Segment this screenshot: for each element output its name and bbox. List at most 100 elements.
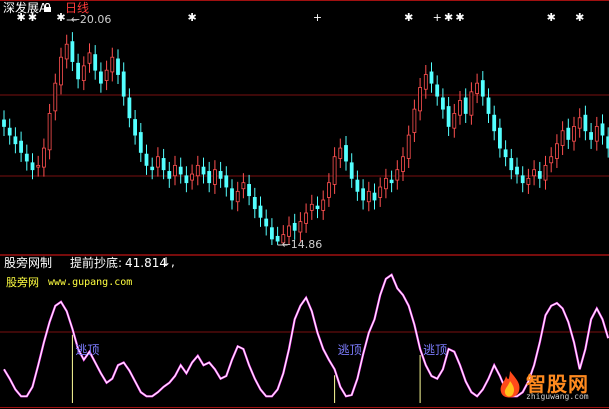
candle-body	[475, 82, 480, 94]
candle-body	[287, 225, 291, 237]
candle-body	[241, 182, 246, 190]
candle-body	[99, 71, 103, 84]
candle-body	[269, 227, 274, 240]
candle-body	[47, 113, 52, 151]
x-marker: ✱	[455, 11, 464, 24]
candle-body	[446, 106, 451, 127]
candle-body	[190, 173, 195, 181]
candle-body	[532, 169, 536, 177]
candle-body	[36, 164, 41, 168]
candle-body	[463, 97, 468, 114]
candle-body	[321, 199, 326, 211]
site-url[interactable]: www.gupang.com	[48, 278, 132, 288]
x-marker: ✱	[444, 11, 453, 24]
candle-body	[577, 117, 582, 129]
candle-body	[264, 218, 269, 227]
candle-body	[64, 43, 69, 60]
candle-body	[543, 164, 548, 181]
candle-body	[344, 145, 348, 162]
candle-body	[93, 54, 98, 71]
escape-signal-label: 逃顶	[75, 343, 100, 357]
candle-body	[515, 166, 519, 175]
candle-body	[589, 132, 593, 140]
candle-body	[486, 97, 491, 114]
candle-body	[195, 164, 200, 177]
candle-body	[258, 205, 263, 218]
candle-body	[440, 97, 445, 110]
candlestick-series	[2, 32, 609, 245]
candle-body	[304, 212, 309, 224]
indicator-name[interactable]: 股旁网制	[4, 257, 52, 269]
candle-body	[338, 147, 343, 159]
candle-body	[247, 184, 252, 197]
candle-body	[133, 119, 138, 136]
plus-marker: +	[433, 11, 442, 24]
candle-body	[155, 156, 160, 168]
candle-body	[355, 179, 360, 192]
candle-body	[53, 82, 58, 112]
candle-body	[30, 162, 35, 171]
candle-body	[252, 197, 257, 210]
candle-body	[116, 58, 120, 75]
candle-body	[110, 56, 115, 73]
candle-body	[2, 119, 6, 127]
candle-body	[167, 171, 172, 179]
candle-body	[600, 123, 605, 136]
candle-body	[412, 108, 417, 133]
candle-body	[59, 56, 63, 86]
candle-body	[378, 186, 383, 198]
candle-body	[104, 69, 109, 81]
low-price-label: ←14.86	[281, 238, 323, 251]
candle-body	[452, 113, 457, 129]
candle-body	[549, 156, 554, 164]
candle-body	[201, 166, 206, 175]
candle-body	[566, 127, 571, 140]
lock-icon	[44, 3, 51, 12]
watermark: 智股网 zhiguwang.com	[496, 367, 608, 405]
candle-body	[537, 171, 542, 179]
high-price-label: ←20.06	[70, 13, 112, 26]
candle-body	[298, 221, 303, 233]
candle-body	[292, 222, 297, 231]
candle-body	[42, 147, 46, 168]
candle-body	[583, 114, 588, 132]
candle-body	[138, 132, 143, 153]
candle-body	[150, 166, 155, 171]
candle-body	[161, 158, 166, 171]
candle-body	[406, 134, 411, 159]
price-grid	[0, 94, 609, 177]
flame-icon	[500, 371, 520, 398]
candle-body	[70, 41, 75, 62]
candle-body	[555, 143, 559, 159]
candle-body	[349, 162, 354, 179]
candle-body	[127, 97, 132, 119]
candle-body	[121, 71, 126, 97]
down-arrow-icon: ↓,	[161, 255, 175, 269]
candle-body	[492, 114, 497, 132]
candle-body	[526, 177, 531, 185]
candle-body	[13, 136, 18, 145]
watermark-url: zhiguwang.com	[526, 392, 589, 401]
candle-body	[309, 203, 314, 211]
candle-body	[224, 175, 229, 188]
candle-body	[24, 153, 29, 162]
candle-body	[361, 188, 366, 201]
candle-body	[458, 100, 462, 116]
escape-signal-lines	[71, 334, 421, 403]
candle-body	[76, 62, 80, 80]
candle-body	[560, 130, 565, 146]
candle-body	[594, 126, 599, 142]
candle-body	[230, 188, 234, 201]
candle-body	[315, 205, 320, 210]
candle-body	[178, 166, 183, 175]
candle-body	[19, 140, 24, 153]
x-marker: ✱	[404, 11, 413, 24]
candle-body	[509, 158, 514, 171]
candle-body	[144, 153, 149, 166]
candle-body	[173, 164, 177, 177]
x-marker: ✱	[575, 11, 584, 24]
candle-body	[366, 190, 371, 203]
candle-body	[389, 179, 394, 184]
stock-name: 深发展A	[3, 1, 48, 15]
candle-body	[401, 156, 405, 172]
